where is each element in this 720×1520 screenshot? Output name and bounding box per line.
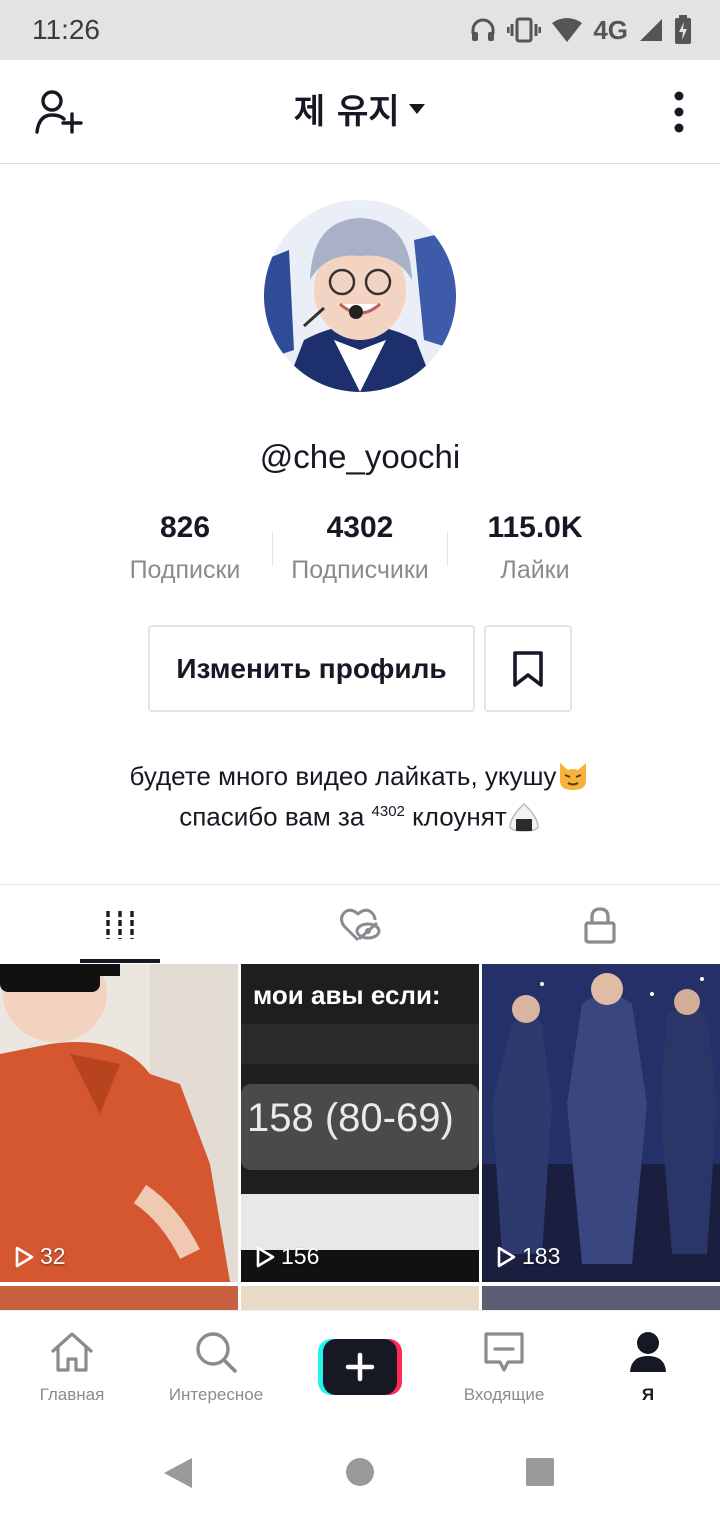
nav-discover[interactable]: Интересное	[144, 1329, 288, 1405]
avatar-image	[264, 200, 456, 392]
more-vertical-icon[interactable]	[672, 90, 686, 134]
wifi-icon	[552, 18, 583, 42]
stat-label: Подписчики	[291, 556, 429, 584]
page-title: 제 유지	[293, 92, 400, 132]
stat-label: Подписки	[129, 556, 241, 584]
caret-down-icon	[409, 103, 426, 114]
nav-label: Главная	[39, 1385, 105, 1404]
network-label: 4G	[593, 14, 628, 45]
bookmark-icon	[513, 650, 543, 687]
video-tile[interactable]: мои авы если: 158 (80-69) 156	[241, 964, 479, 1282]
inbox-icon	[484, 1332, 524, 1372]
nav-profile[interactable]: Я	[576, 1329, 720, 1405]
video-thumbnail	[482, 964, 720, 1282]
status-time: 11:26	[32, 14, 100, 45]
nav-label: Интересное	[168, 1385, 264, 1404]
status-bar: 11:26 4G	[0, 0, 720, 60]
videos-grid-icon	[106, 911, 134, 939]
video-tile[interactable]: 32	[0, 964, 238, 1282]
video-overlay-title: мои авы если:	[253, 980, 441, 1010]
bottom-navigation: Главная Интересное Входящие Я	[0, 1310, 720, 1420]
video-tile[interactable]	[482, 1286, 720, 1310]
recents-icon[interactable]	[525, 1457, 555, 1487]
account-switcher[interactable]: 제 유지	[0, 84, 720, 133]
nav-home[interactable]: Главная	[0, 1329, 144, 1405]
cat-emoji-icon	[560, 763, 587, 790]
home-circle-icon[interactable]	[345, 1457, 375, 1487]
liked-hidden-icon	[340, 908, 381, 942]
video-overlay-value: 158 (80-69)	[247, 1096, 454, 1140]
stat-label: Лайки	[500, 556, 570, 584]
video-tile[interactable]	[241, 1286, 479, 1310]
view-count-value: 32	[40, 1243, 66, 1269]
stat-likes[interactable]: 115.0K Лайки	[445, 508, 625, 585]
view-count: 156	[255, 1243, 319, 1270]
vibrate-icon	[507, 17, 542, 43]
status-icons: 4G	[469, 12, 692, 48]
profile-stats: 826 Подписки 4302 Подписчики 115.0K Лайк…	[0, 508, 720, 598]
bio-text: спасибо вам за	[179, 801, 372, 832]
play-icon	[15, 1246, 34, 1267]
stat-followers[interactable]: 4302 Подписчики	[270, 508, 450, 585]
back-icon[interactable]	[162, 1456, 194, 1490]
tab-private[interactable]	[480, 885, 720, 965]
home-icon	[51, 1332, 93, 1372]
nav-label: Входящие	[463, 1385, 545, 1404]
favorites-button[interactable]	[484, 625, 572, 712]
bio-line-2: спасибо вам за 4302 клоунят	[0, 794, 720, 835]
bio-line-1: будете много видео лайкать, укушу	[0, 758, 720, 794]
username: @che_yoochi	[259, 438, 461, 475]
tab-videos[interactable]	[0, 885, 240, 965]
view-count-value: 156	[281, 1243, 320, 1269]
view-count: 183	[496, 1243, 560, 1270]
stat-value: 826	[159, 511, 211, 544]
video-thumbnail	[0, 964, 238, 1282]
video-grid: 32 мои авы если: 158 (80-69) 156 183	[0, 964, 720, 1310]
signal-icon	[640, 19, 662, 41]
video-tile[interactable]: 183	[482, 964, 720, 1282]
battery-charging-icon	[675, 15, 691, 44]
bio-superscript: 4302	[371, 803, 405, 820]
bio-text: клоунят	[404, 801, 507, 832]
nav-label: Я	[641, 1385, 655, 1404]
lock-icon	[584, 907, 616, 944]
tab-active-indicator	[80, 959, 160, 963]
profile-icon	[630, 1332, 666, 1372]
edit-profile-button[interactable]: Изменить профиль	[148, 625, 475, 712]
stat-value: 4302	[326, 511, 394, 544]
system-navigation-bar	[0, 1420, 720, 1520]
stat-following[interactable]: 826 Подписки	[95, 508, 275, 585]
play-icon	[497, 1246, 516, 1267]
bio: будете много видео лайкать, укушу спасиб…	[0, 758, 720, 835]
bio-text: будете много видео лайкать, укушу	[129, 761, 557, 791]
video-tile[interactable]	[0, 1286, 238, 1310]
tab-liked[interactable]	[240, 885, 480, 965]
view-count: 32	[14, 1243, 66, 1270]
content-tabs	[0, 884, 720, 964]
view-count-value: 183	[522, 1243, 561, 1269]
create-plus-icon[interactable]	[318, 1339, 402, 1395]
search-icon	[196, 1332, 237, 1373]
rice-ball-emoji-icon	[509, 802, 539, 832]
play-icon	[256, 1246, 275, 1267]
profile-header: 제 유지	[0, 60, 720, 164]
nav-inbox[interactable]: Входящие	[432, 1329, 576, 1405]
headphones-icon	[471, 18, 495, 41]
avatar[interactable]	[264, 200, 456, 392]
stat-value: 115.0K	[487, 511, 583, 544]
